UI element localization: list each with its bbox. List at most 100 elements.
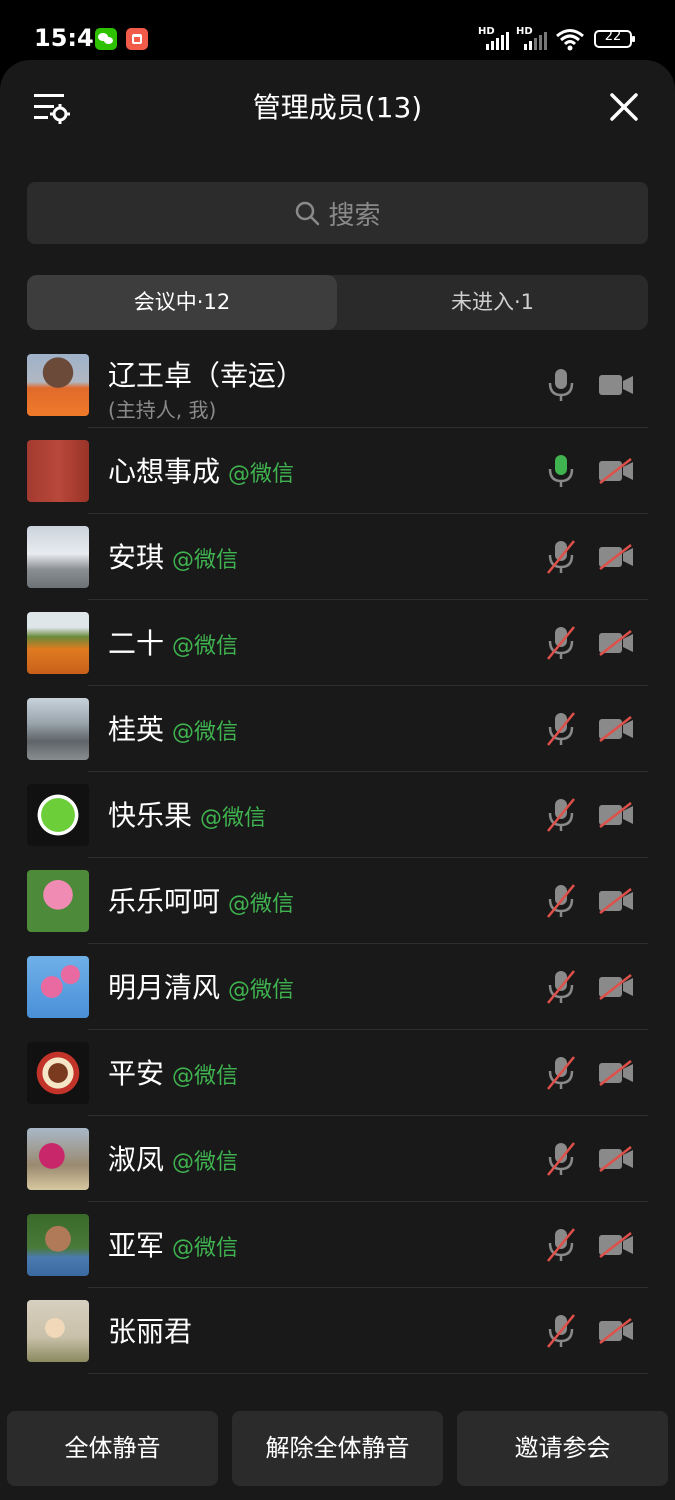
camera-off-icon[interactable] — [598, 544, 634, 570]
mic-off-icon[interactable] — [546, 711, 576, 747]
mic-off-icon[interactable] — [546, 1313, 576, 1349]
wechat-tag: @微信 — [172, 1236, 239, 1261]
member-name-text: 张丽君 — [108, 1315, 193, 1348]
member-name: 明月清风 @微信 — [108, 966, 294, 1006]
member-name: 二十 @微信 — [108, 622, 238, 662]
camera-off-icon[interactable] — [598, 1232, 634, 1258]
member-role: (主持人, 我) — [108, 398, 217, 422]
member-name: 乐乐呵呵 @微信 — [108, 880, 294, 920]
member-row[interactable]: 心想事成 @微信 — [0, 428, 675, 514]
member-name-text: 辽王卓（幸运） — [108, 359, 305, 392]
avatar — [27, 956, 89, 1018]
member-row[interactable]: 亚军 @微信 — [0, 1202, 675, 1288]
member-name-text: 明月清风 — [108, 971, 221, 1004]
mic-off-icon[interactable] — [546, 1227, 576, 1263]
signal-1-label: HD — [478, 26, 495, 37]
close-icon[interactable] — [604, 87, 644, 127]
wechat-tag: @微信 — [228, 978, 295, 1003]
member-name: 亚军 @微信 — [108, 1224, 238, 1264]
tab-not-joined[interactable]: 未进入·1 — [337, 275, 648, 330]
app-notification-icon — [126, 28, 148, 50]
mic-on-icon[interactable] — [546, 453, 576, 489]
member-row[interactable]: 二十 @微信 — [0, 600, 675, 686]
wechat-tag: @微信 — [172, 720, 239, 745]
camera-off-icon[interactable] — [598, 630, 634, 656]
member-name-text: 淑凤 — [108, 1143, 165, 1176]
member-name-text: 桂英 — [108, 713, 165, 746]
mic-off-icon[interactable] — [546, 625, 576, 661]
camera-off-icon[interactable] — [598, 802, 634, 828]
search-placeholder: 搜索 — [328, 200, 381, 231]
mic-off-icon[interactable] — [546, 797, 576, 833]
member-row[interactable]: 平安 @微信 — [0, 1030, 675, 1116]
member-name: 辽王卓（幸运） — [108, 354, 304, 394]
member-name-text: 平安 — [108, 1057, 165, 1090]
wechat-tag: @微信 — [172, 548, 239, 573]
camera-off-icon[interactable] — [598, 888, 634, 914]
member-name: 平安 @微信 — [108, 1052, 238, 1092]
avatar — [27, 526, 89, 588]
camera-off-icon[interactable] — [598, 716, 634, 742]
wechat-notification-icon — [95, 28, 117, 50]
member-name-text: 安琪 — [108, 541, 165, 574]
divider — [88, 1373, 648, 1374]
member-name-text: 心想事成 — [108, 455, 221, 488]
avatar — [27, 1128, 89, 1190]
tab-in-meeting[interactable]: 会议中·12 — [27, 275, 337, 330]
wifi-icon — [556, 29, 584, 51]
member-row[interactable]: 辽王卓（幸运） (主持人, 我) — [0, 342, 675, 428]
search-input[interactable]: 搜索 — [27, 182, 648, 244]
avatar — [27, 440, 89, 502]
camera-off-icon[interactable] — [598, 1318, 634, 1344]
mic-off-icon[interactable] — [546, 1141, 576, 1177]
member-name: 张丽君 — [108, 1310, 192, 1350]
camera-off-icon[interactable] — [598, 1060, 634, 1086]
member-row[interactable]: 桂英 @微信 — [0, 686, 675, 772]
mic-on-icon[interactable] — [546, 367, 576, 403]
member-name: 安琪 @微信 — [108, 536, 238, 576]
bottom-action-bar: 全体静音 解除全体静音 邀请参会 — [0, 1396, 675, 1500]
wechat-tag: @微信 — [172, 634, 239, 659]
mic-off-icon[interactable] — [546, 1055, 576, 1091]
battery-icon: 22 — [594, 29, 635, 48]
member-row[interactable]: 张丽君 — [0, 1288, 675, 1374]
signal-2-label: HD — [516, 26, 533, 37]
member-name: 心想事成 @微信 — [108, 450, 294, 490]
mute-all-button[interactable]: 全体静音 — [7, 1411, 218, 1486]
cellular-signal-1-icon: HD — [478, 26, 510, 50]
camera-on-icon[interactable] — [598, 372, 634, 398]
wechat-tag: @微信 — [200, 806, 267, 831]
avatar — [27, 354, 89, 416]
member-name-text: 乐乐呵呵 — [108, 885, 221, 918]
member-name: 快乐果 @微信 — [108, 794, 266, 834]
cellular-signal-2-icon: HD — [516, 26, 548, 50]
camera-off-icon[interactable] — [598, 458, 634, 484]
avatar — [27, 784, 89, 846]
member-row[interactable]: 快乐果 @微信 — [0, 772, 675, 858]
wechat-tag: @微信 — [172, 1064, 239, 1089]
avatar — [27, 1042, 89, 1104]
member-name-text: 亚军 — [108, 1229, 165, 1262]
member-row[interactable]: 明月清风 @微信 — [0, 944, 675, 1030]
wechat-tag: @微信 — [228, 892, 295, 917]
wechat-tag: @微信 — [228, 462, 295, 487]
avatar — [27, 1214, 89, 1276]
avatar — [27, 870, 89, 932]
member-name: 淑凤 @微信 — [108, 1138, 238, 1178]
avatar — [27, 612, 89, 674]
page-title: 管理成员(13) — [252, 91, 423, 124]
mic-off-icon[interactable] — [546, 883, 576, 919]
unmute-all-button[interactable]: 解除全体静音 — [232, 1411, 443, 1486]
mic-off-icon[interactable] — [546, 539, 576, 575]
mic-off-icon[interactable] — [546, 969, 576, 1005]
member-row[interactable]: 安琪 @微信 — [0, 514, 675, 600]
member-row[interactable]: 淑凤 @微信 — [0, 1116, 675, 1202]
status-bar: 15:41 HD HD 22 — [0, 0, 675, 62]
invite-button[interactable]: 邀请参会 — [457, 1411, 668, 1486]
avatar — [27, 1300, 89, 1362]
camera-off-icon[interactable] — [598, 1146, 634, 1172]
member-name: 桂英 @微信 — [108, 708, 238, 748]
member-name-text: 快乐果 — [108, 799, 193, 832]
camera-off-icon[interactable] — [598, 974, 634, 1000]
member-row[interactable]: 乐乐呵呵 @微信 — [0, 858, 675, 944]
